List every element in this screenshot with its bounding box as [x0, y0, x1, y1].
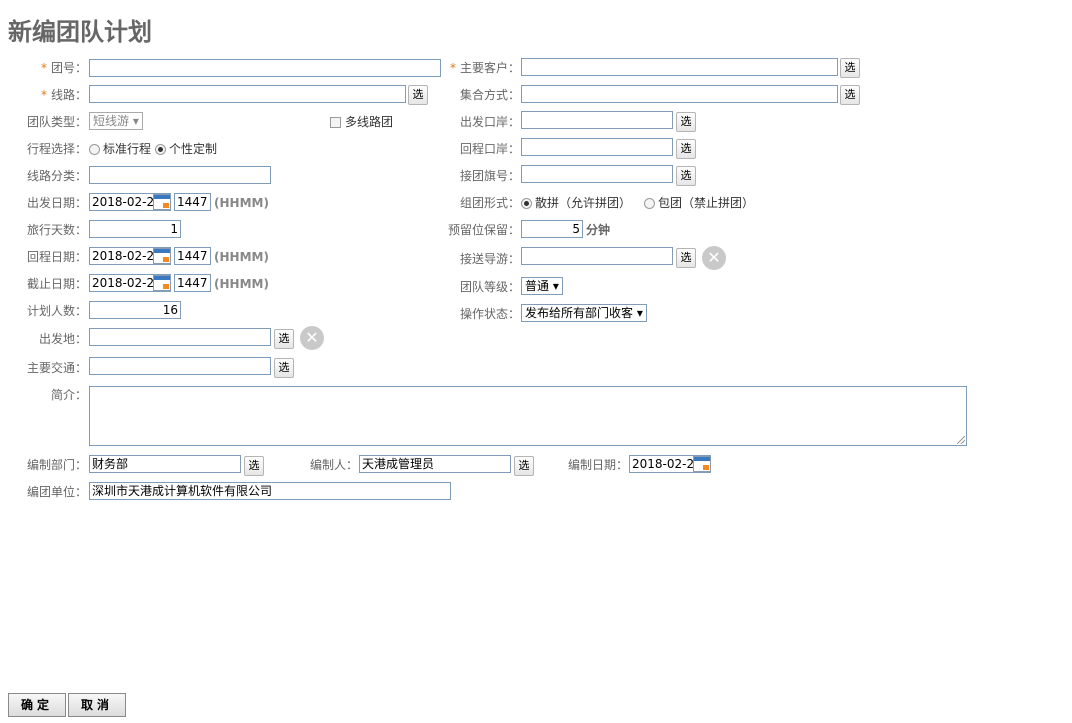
label-biantuan-danwei: 编团单位： [26, 485, 87, 499]
bianzhi-bumen-input[interactable]: 财务部 [89, 455, 241, 473]
caozuo-zhuangtai-select[interactable]: 发布给所有部门收客 ▾ [521, 304, 647, 322]
label-chufa-di: 出发地： [38, 332, 87, 346]
hhmm-hint: (HHMM) [214, 196, 269, 210]
gexing-dingzhi-label: 个性定制 [169, 142, 218, 156]
label-jiesong-daoyou: 接送导游： [459, 252, 520, 266]
zhuyao-jiaotong-select-button[interactable]: 选 [274, 358, 294, 378]
label-jihe-fangshi: 集合方式： [459, 88, 520, 102]
calendar-icon[interactable] [153, 248, 171, 264]
label-caozuo-zhuangtai: 操作状态： [459, 307, 520, 321]
xianlu-select-button[interactable]: 选 [408, 85, 428, 105]
label-zhuyao-kehu: * 主要客户： [449, 61, 520, 75]
jietuan-qihao-select-button[interactable]: 选 [676, 166, 696, 186]
label-bianzhi-riqi: 编制日期： [567, 458, 628, 472]
sanpin-radio[interactable] [521, 198, 532, 209]
required-mark: * [40, 88, 47, 102]
label-jihua-renshu: 计划人数： [26, 304, 87, 318]
zhuyao-kehu-select-button[interactable]: 选 [840, 58, 860, 78]
label-bianzhi-ren: 编制人： [309, 458, 358, 472]
jiesong-daoyou-input[interactable] [521, 247, 673, 265]
jiezhi-time-input[interactable]: 1447 [174, 274, 211, 292]
label-xingcheng-xuanze: 行程选择： [26, 142, 87, 156]
label-huicheng-riqi: 回程日期： [26, 250, 87, 264]
tuandui-leixing-select[interactable]: 短线游 ▾ [89, 112, 143, 130]
tuanhao-input[interactable] [89, 59, 441, 77]
chufa-kouan-select-button[interactable]: 选 [676, 112, 696, 132]
tuandui-dengji-select[interactable]: 普通 ▾ [521, 277, 563, 295]
label-lvxing-tianshu: 旅行天数： [26, 223, 87, 237]
baotuan-label: 包团（禁止拼团） [658, 196, 755, 210]
label-chufa-riqi: 出发日期： [26, 196, 87, 210]
biantuan-danwei-input[interactable]: 深圳市天港成计算机软件有限公司 [89, 482, 451, 500]
zhuyao-kehu-input[interactable] [521, 58, 838, 76]
label-jianjie: 简介： [50, 388, 87, 402]
fenzhong-unit: 分钟 [586, 223, 611, 237]
biaozhun-xingcheng-label: 标准行程 [103, 142, 152, 156]
label-tuandui-leixing: 团队类型： [26, 115, 87, 129]
bianzhi-ren-select-button[interactable]: 选 [514, 456, 534, 476]
resize-grip-icon[interactable] [957, 436, 965, 444]
label-jietuan-qihao: 接团旗号： [459, 169, 520, 183]
confirm-button[interactable]: 确定 [8, 693, 66, 717]
required-mark: * [449, 61, 456, 75]
xianlu-fenlei-input[interactable] [89, 166, 271, 184]
duo-xianlu-tuan-label: 多线路团 [345, 115, 394, 129]
huicheng-kouan-input[interactable] [521, 138, 673, 156]
chufa-time-input[interactable]: 1447 [174, 193, 211, 211]
label-zutuan-xingshi: 组团形式： [459, 196, 520, 210]
xianlu-input[interactable] [89, 85, 406, 103]
jihe-fangshi-select-button[interactable]: 选 [840, 85, 860, 105]
zhuyao-jiaotong-input[interactable] [89, 357, 271, 375]
clear-icon[interactable]: ✕ [300, 326, 324, 350]
label-bianzhi-bumen: 编制部门： [26, 458, 87, 472]
clear-icon[interactable]: ✕ [702, 246, 726, 270]
duo-xianlu-tuan-checkbox[interactable] [330, 117, 341, 128]
label-yuliuwei-baoliu: 预留位保留： [447, 223, 520, 237]
label-chufa-kouan: 出发口岸： [459, 115, 520, 129]
lvxing-tianshu-input[interactable]: 1 [89, 220, 181, 238]
chufa-di-select-button[interactable]: 选 [274, 329, 294, 349]
sanpin-label: 散拼（允许拼团） [535, 196, 632, 210]
hhmm-hint: (HHMM) [214, 250, 269, 264]
huicheng-time-input[interactable]: 1447 [174, 247, 211, 265]
hhmm-hint: (HHMM) [214, 277, 269, 291]
label-tuandui-dengji: 团队等级： [459, 280, 520, 294]
jihe-fangshi-input[interactable] [521, 85, 838, 103]
bianzhi-ren-input[interactable]: 天港成管理员 [359, 455, 511, 473]
huicheng-kouan-select-button[interactable]: 选 [676, 139, 696, 159]
jianjie-textarea[interactable] [89, 386, 967, 446]
yuliuwei-baoliu-input[interactable]: 5 [521, 220, 583, 238]
label-jiezhi-riqi: 截止日期： [26, 277, 87, 291]
chufa-kouan-input[interactable] [521, 111, 673, 129]
label-xianlu: * 线路： [40, 88, 87, 102]
jiesong-daoyou-select-button[interactable]: 选 [676, 248, 696, 268]
required-mark: * [40, 61, 47, 75]
biaozhun-xingcheng-radio[interactable] [89, 144, 100, 155]
calendar-icon[interactable] [693, 456, 711, 472]
page-title: 新编团队计划 [8, 18, 152, 46]
label-xianlu-fenlei: 线路分类： [26, 169, 87, 183]
chufa-di-input[interactable] [89, 328, 271, 346]
label-tuanhao: * 团号： [40, 61, 87, 75]
gexing-dingzhi-radio[interactable] [155, 144, 166, 155]
baotuan-radio[interactable] [644, 198, 655, 209]
bianzhi-bumen-select-button[interactable]: 选 [244, 456, 264, 476]
calendar-icon[interactable] [153, 194, 171, 210]
label-zhuyao-jiaotong: 主要交通： [26, 361, 87, 375]
label-huicheng-kouan: 回程口岸： [459, 142, 520, 156]
jietuan-qihao-input[interactable] [521, 165, 673, 183]
cancel-button[interactable]: 取消 [68, 693, 126, 717]
jihua-renshu-input[interactable]: 16 [89, 301, 181, 319]
calendar-icon[interactable] [153, 275, 171, 291]
